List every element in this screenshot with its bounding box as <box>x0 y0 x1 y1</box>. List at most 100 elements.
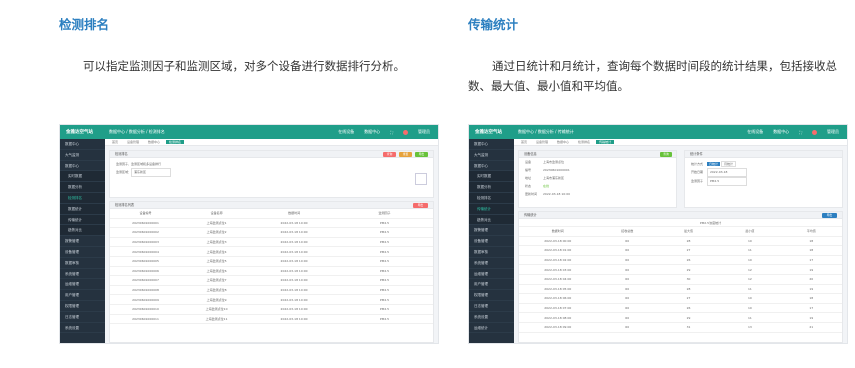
sidebar-item[interactable]: 数据中心 <box>60 161 105 172</box>
sidebar-item[interactable]: 数据中心 <box>469 161 514 172</box>
sidebar-item[interactable]: 大气监测 <box>60 150 105 161</box>
table-row[interactable]: 2022-03-18 08:00 60 29 11 19 <box>519 313 842 323</box>
table-header-cell[interactable]: 最小值 <box>719 229 780 233</box>
user-menu[interactable]: 管理员 <box>418 129 430 135</box>
sidebar-item[interactable]: 报警管理 <box>60 236 105 247</box>
table-header-cell[interactable]: 数据时间 <box>519 229 597 233</box>
table-row[interactable]: 20230601000011 上海监测点位11 2022-03-18 10:00 PM… <box>110 315 433 325</box>
filter-value[interactable]: 浦东新区 <box>131 168 172 177</box>
sidebar-item[interactable]: 传输统计 <box>60 214 105 226</box>
sidebar-item[interactable]: 设备管理 <box>469 236 514 247</box>
table-row[interactable]: 20230601000008 上海监测点位8 2022-03-18 10:00 PM2… <box>110 286 433 296</box>
table-row[interactable]: 20230601000007 上海监测点位7 2022-03-18 10:00 PM2… <box>110 276 433 286</box>
sidebar-item[interactable]: 数据分析 <box>469 182 514 193</box>
sidebar-item[interactable]: 运维统计 <box>469 323 514 334</box>
sidebar-item[interactable]: 系统管理 <box>60 269 105 280</box>
sidebar-item[interactable]: 日志管理 <box>60 312 105 323</box>
sidebar-item[interactable]: 权限管理 <box>60 301 105 312</box>
sidebar-item[interactable]: 检测排名 <box>469 192 514 204</box>
table-row[interactable]: 2022-03-18 05:00 60 28 11 19 <box>519 285 842 295</box>
sidebar-item[interactable]: 设备管理 <box>60 247 105 258</box>
device-refresh-button[interactable]: 查询 <box>660 152 672 157</box>
stat-type-day[interactable]: 日统计 <box>706 162 720 166</box>
tab-item[interactable]: 设备管理 <box>124 140 142 144</box>
tab-item[interactable]: 检测排名 <box>166 140 185 144</box>
table-row[interactable]: 2022-03-18 09:00 60 31 13 21 <box>519 323 842 333</box>
tab-item[interactable]: 首页 <box>109 140 121 144</box>
sidebar-item[interactable]: 数据审核 <box>60 258 105 269</box>
table-row[interactable]: 20230601000005 上海监测点位5 2022-03-18 10:00 PM2… <box>110 257 433 267</box>
notification-icon[interactable] <box>812 129 817 135</box>
fullscreen-icon[interactable]: ⛶ <box>390 130 393 135</box>
table-row[interactable]: 20230601000006 上海监测点位6 2022-03-18 10:00 PM2… <box>110 267 433 277</box>
sidebar-item[interactable]: 数据审核 <box>469 247 514 258</box>
sidebar-item[interactable]: 数据分析 <box>60 182 105 193</box>
sidebar-item[interactable]: 趋势对比 <box>60 225 105 237</box>
table-row[interactable]: 2022-03-18 06:00 60 27 10 18 <box>519 294 842 304</box>
ranking-export-button[interactable]: 导出 <box>413 203 428 208</box>
notification-icon[interactable] <box>403 129 408 135</box>
fullscreen-icon[interactable]: ⛶ <box>799 130 802 135</box>
sidebar-item[interactable]: 检测排名 <box>60 192 105 204</box>
tab-item[interactable]: 检测排名 <box>575 140 593 144</box>
sidebar-item[interactable]: 数据统计 <box>60 203 105 215</box>
tab-item[interactable]: 数据中心 <box>554 140 572 144</box>
transmission-screenshot: 金雅达空气站 数据中心 / 数据分析 / 传输统计 在线设备 数据中心 ⛶ 管理… <box>468 124 848 344</box>
reset-button[interactable]: 重置 <box>399 152 412 157</box>
table-header-cell[interactable]: 最大值 <box>658 229 719 233</box>
sidebar-item[interactable]: 用户管理 <box>60 290 105 301</box>
table-row[interactable]: 2022-03-18 01:00 60 27 11 18 <box>519 246 842 256</box>
factor-select[interactable]: PM2.5 <box>706 177 747 186</box>
tab-item[interactable]: 首页 <box>518 140 530 144</box>
sidebar-item[interactable]: 大气监测 <box>469 150 514 161</box>
sidebar-item[interactable]: 权限管理 <box>469 290 514 301</box>
table-header-cell[interactable]: 数据时间 <box>252 211 336 215</box>
query-button[interactable]: 查询 <box>383 152 396 157</box>
sidebar-item[interactable]: 系统设置 <box>60 323 105 334</box>
sidebar-item[interactable]: 实时数据 <box>60 171 105 183</box>
sidebar-item[interactable]: 用户管理 <box>469 279 514 291</box>
device-info-row: 状态 在线 <box>519 182 676 190</box>
sidebar-item[interactable]: 运维管理 <box>469 269 514 280</box>
sidebar-item[interactable]: 数据中心 <box>469 139 514 150</box>
sidebar-item[interactable]: 趋势对比 <box>469 214 514 226</box>
table-cell: 28 <box>686 286 691 291</box>
chart-toggle-icon[interactable] <box>415 173 427 185</box>
table-cell: 2022-03-18 03:00 <box>544 267 572 272</box>
table-cell: 17 <box>809 258 814 263</box>
sidebar-item[interactable]: 系统设置 <box>469 312 514 323</box>
table-header-cell[interactable]: 设备名称 <box>181 211 252 215</box>
table-header-cell[interactable]: 设备编号 <box>110 211 181 215</box>
transmission-export-button[interactable]: 导出 <box>822 213 837 218</box>
table-row[interactable]: 20230601000004 上海监测点位4 2022-03-18 10:00 PM2… <box>110 247 433 257</box>
table-row[interactable]: 2022-03-18 00:00 60 28 10 18 <box>519 237 842 247</box>
table-row[interactable]: 2022-03-18 02:00 60 26 10 17 <box>519 256 842 266</box>
sidebar-item[interactable]: 传输统计 <box>469 203 514 215</box>
table-header-cell[interactable]: 监测因子 <box>336 211 433 215</box>
tab-item[interactable]: 数据中心 <box>145 140 163 144</box>
sidebar-item[interactable]: 日志管理 <box>469 301 514 312</box>
table-cell: 10 <box>748 238 752 243</box>
stat-type-month[interactable]: 月统计 <box>720 161 736 167</box>
table-row[interactable]: 2022-03-18 07:00 60 26 10 17 <box>519 304 842 314</box>
table-header-cell[interactable]: 平均值 <box>781 229 842 233</box>
table-row[interactable]: 2022-03-18 04:00 60 30 12 20 <box>519 275 842 285</box>
date-input[interactable]: 2022-03-18 <box>706 168 747 177</box>
sidebar-item[interactable]: 运维管理 <box>60 279 105 291</box>
tab-item[interactable]: 设备管理 <box>533 140 551 144</box>
sidebar-item[interactable]: 实时数据 <box>469 171 514 183</box>
table-row[interactable]: 20230601000009 上海监测点位9 2022-03-18 10:00 PM2… <box>110 295 433 305</box>
sidebar-item[interactable]: 数据中心 <box>60 139 105 150</box>
table-row[interactable]: 20230601000003 上海监测点位3 2022-03-18 10:00 PM2… <box>110 238 433 248</box>
export-button[interactable]: 导出 <box>415 152 428 157</box>
sidebar-item[interactable]: 系统管理 <box>469 258 514 269</box>
sidebar-item[interactable]: 报警管理 <box>469 225 514 237</box>
table-row[interactable]: 2022-03-18 03:00 60 29 12 19 <box>519 265 842 275</box>
table-row[interactable]: 20230601000001 上海监测点位1 2022-03-18 10:00 PM2… <box>110 219 433 229</box>
tab-item[interactable]: 传输统计 <box>596 140 615 144</box>
table-header-cell[interactable]: 接收总数 <box>597 229 658 233</box>
user-menu[interactable]: 管理员 <box>827 129 839 135</box>
table-row[interactable]: 20230601000010 上海监测点位10 2022-03-18 10:00 PM… <box>110 305 433 315</box>
table-row[interactable]: 20230601000002 上海监测点位2 2022-03-18 10:00 PM2… <box>110 228 433 238</box>
device-info-panel: 设备信息 查询 设备 上海市监测点位 编号 20230601000001 地址 上海市浦东… <box>518 150 677 208</box>
